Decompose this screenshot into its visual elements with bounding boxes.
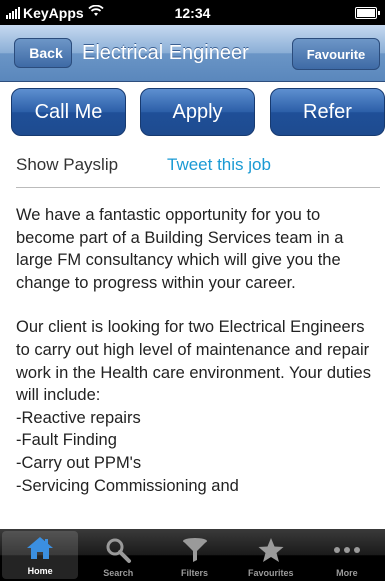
job-description: We have a fantastic opportunity for you … [16, 204, 381, 497]
page-title: Electrical Engineer [82, 42, 249, 64]
divider [16, 187, 380, 188]
refer-button[interactable]: Refer [270, 88, 385, 136]
tab-label: Filters [181, 568, 209, 578]
tab-filters[interactable]: Filters [156, 529, 232, 581]
more-icon [329, 535, 365, 565]
duty-item: -Fault Finding [16, 431, 117, 450]
tab-search[interactable]: Search [80, 529, 156, 581]
tab-label: Favourites [247, 568, 294, 578]
star-icon [253, 535, 289, 565]
tab-bar: Home Search Filters Favourites More [0, 529, 385, 581]
call-me-button[interactable]: Call Me [11, 88, 126, 136]
action-buttons: Call Me Apply Refer [0, 88, 385, 138]
show-payslip-link[interactable]: Show Payslip [16, 155, 118, 175]
tab-favourites[interactable]: Favourites [233, 529, 309, 581]
tab-label: Search [103, 568, 134, 578]
tab-label: More [336, 568, 358, 578]
tab-label: Home [27, 566, 53, 576]
search-icon [100, 535, 136, 565]
job-links: Show Payslip Tweet this job [16, 155, 376, 181]
duty-item: -Reactive repairs [16, 408, 141, 427]
navigation-bar: Back Electrical Engineer Favourite [0, 25, 385, 82]
home-icon [22, 533, 58, 563]
duty-item: -Servicing Commissioning and [16, 476, 239, 495]
tab-more[interactable]: More [309, 529, 385, 581]
battery-icon [355, 7, 380, 19]
tab-home[interactable]: Home [2, 531, 79, 579]
back-button[interactable]: Back [14, 38, 72, 68]
duties-list: -Reactive repairs -Fault Finding -Carry … [16, 407, 381, 497]
filter-icon [177, 535, 213, 565]
duty-item: -Carry out PPM's [16, 453, 142, 472]
description-paragraph: We have a fantastic opportunity for you … [16, 206, 344, 292]
status-time: 12:34 [174, 4, 211, 21]
description-paragraph: Our client is looking for two Electrical… [16, 318, 371, 405]
favourite-button[interactable]: Favourite [292, 38, 380, 70]
status-bar: KeyApps 12:34 [0, 0, 385, 25]
tweet-job-link[interactable]: Tweet this job [167, 155, 271, 175]
apply-button[interactable]: Apply [140, 88, 255, 136]
